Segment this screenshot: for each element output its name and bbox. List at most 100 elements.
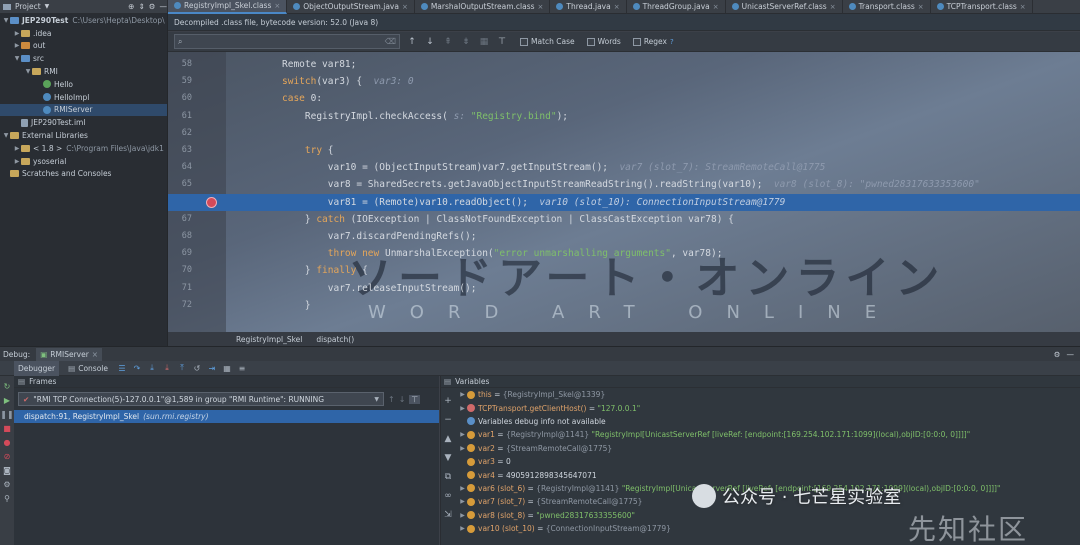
collapsed-arrow-icon[interactable]: ▶ [458, 431, 467, 438]
close-icon[interactable]: × [918, 3, 924, 11]
trace-icon[interactable]: ≡ [237, 364, 247, 373]
close-icon[interactable]: × [92, 350, 98, 359]
editor-tab[interactable]: ObjectOutputStream.java × [287, 0, 415, 14]
previous-frame-icon[interactable]: ↑ [388, 395, 395, 404]
editor-tab[interactable]: TCPTransport.class × [931, 0, 1033, 14]
add-occurrence-icon[interactable]: ⇞ [442, 37, 454, 47]
editor-tab[interactable]: UnicastServerRef.class × [726, 0, 843, 14]
project-tree-item[interactable]: RMIServer [0, 103, 167, 117]
editor-tab[interactable]: Thread.java × [550, 0, 627, 14]
project-tree-item[interactable]: HelloImpl [0, 91, 167, 104]
code-line[interactable]: } catch (IOException | ClassNotFoundExce… [168, 211, 1080, 228]
close-icon[interactable]: × [830, 3, 836, 11]
editor-tab[interactable]: MarshalOutputStream.class × [415, 0, 551, 14]
drop-frame-icon[interactable]: ↺ [192, 364, 202, 373]
new-watch-icon[interactable]: + [444, 396, 452, 406]
collapsed-arrow-icon[interactable]: ▶ [13, 158, 21, 165]
collapsed-arrow-icon[interactable]: ▶ [458, 405, 467, 412]
close-icon[interactable]: × [274, 2, 280, 10]
code-line[interactable]: var7.releaseInputStream(); [168, 280, 1080, 297]
project-title[interactable]: Project [15, 2, 41, 11]
pause-icon[interactable]: ❚❚ [0, 410, 13, 419]
chevron-down-icon[interactable]: ▼ [374, 396, 379, 403]
collapsed-arrow-icon[interactable]: ▶ [13, 30, 21, 37]
step-into-icon[interactable]: ⤓ [147, 363, 157, 373]
project-tree-item[interactable]: Scratches and Consoles [0, 168, 167, 181]
checkbox-box[interactable] [520, 37, 528, 46]
move-down-icon[interactable]: ▼ [445, 453, 452, 463]
search-input[interactable]: ⌕ ⌫ [174, 34, 400, 49]
move-up-icon[interactable]: ▲ [445, 434, 452, 444]
thread-select[interactable]: ✔ "RMI TCP Connection(5)-127.0.0.1"@1,58… [18, 392, 384, 406]
tab-console[interactable]: ▤ Console [64, 361, 112, 376]
editor-tab[interactable]: ThreadGroup.java × [627, 0, 726, 14]
words-checkbox[interactable]: Words [586, 37, 621, 46]
remove-occurrence-icon[interactable]: ⇟ [460, 37, 472, 47]
code-line[interactable]: var8 = SharedSecrets.getJavaObjectInputS… [168, 176, 1080, 193]
debug-config-tab[interactable]: ▣ RMIServer × [36, 347, 103, 361]
frame-list-item[interactable]: dispatch:91, RegistryImpl_Skel (sun.rmi.… [14, 410, 439, 423]
code-line[interactable] [168, 125, 1080, 142]
run-to-cursor-icon[interactable]: ⇥ [207, 364, 217, 373]
code-line[interactable]: Remote var81; [168, 56, 1080, 73]
expanded-arrow-icon[interactable]: ▼ [24, 68, 32, 75]
breakpoint-icon[interactable] [206, 196, 217, 208]
code-line[interactable]: var7.discardPendingRefs(); [168, 228, 1080, 245]
expanded-arrow-icon[interactable]: ▼ [13, 55, 21, 62]
tab-debugger[interactable]: Debugger [14, 360, 60, 376]
collapsed-arrow-icon[interactable]: ▶ [458, 485, 467, 492]
regex-checkbox[interactable]: Regex ? [632, 37, 674, 46]
show-execution-point-icon[interactable]: ☰ [117, 364, 127, 373]
code-line[interactable]: case 0: [168, 90, 1080, 107]
variable-row[interactable]: ▶ var2 = {StreamRemoteCall@1775} [441, 442, 1080, 455]
code-line[interactable]: throw new UnmarshalException("error unma… [168, 245, 1080, 262]
evaluate-icon[interactable]: ▦ [222, 364, 232, 373]
previous-occurrence-icon[interactable]: ↑ [406, 37, 418, 47]
collapsed-arrow-icon[interactable]: ▶ [458, 525, 467, 532]
code-line[interactable]: } [168, 297, 1080, 314]
step-over-icon[interactable]: ↷ [132, 364, 142, 373]
step-out-icon[interactable]: ⤒ [177, 363, 187, 373]
remove-watch-icon[interactable]: − [444, 415, 452, 425]
close-icon[interactable]: × [538, 3, 544, 11]
project-tree-item[interactable]: Hello [0, 78, 167, 91]
project-tree-item[interactable]: ▼ JEP290Test C:\Users\Hepta\Desktop\ [0, 14, 167, 27]
rerun-icon[interactable]: ↻ [4, 382, 11, 391]
code-line[interactable]: switch(var3) { var3: 0 [168, 73, 1080, 90]
target-icon[interactable]: ⊕ [128, 2, 134, 11]
breadcrumb-class[interactable]: RegistryImpl_Skel [236, 335, 302, 344]
view-breakpoints-icon[interactable]: ● [4, 438, 11, 447]
collapse-icon[interactable]: ⇕ [138, 2, 144, 11]
project-tree-item[interactable]: ▶ .idea [0, 27, 167, 40]
project-tree-item[interactable]: ▼ External Libraries [0, 129, 167, 142]
expanded-arrow-icon[interactable]: ▼ [2, 132, 10, 139]
project-tree-item[interactable]: ▼ src [0, 52, 167, 65]
hide-icon[interactable]: — [160, 2, 168, 11]
checkbox-box[interactable] [586, 37, 595, 46]
gear-icon[interactable]: ⚙ [149, 2, 156, 11]
editor-tab[interactable]: Transport.class × [843, 0, 931, 14]
code-line[interactable]: } finally { [168, 262, 1080, 279]
close-icon[interactable]: × [1020, 3, 1026, 11]
expand-icon[interactable]: ⇲ [444, 510, 452, 520]
collapsed-arrow-icon[interactable]: ▶ [458, 391, 467, 398]
collapsed-arrow-icon[interactable]: ▶ [458, 498, 467, 505]
next-frame-icon[interactable]: ↓ [399, 395, 406, 404]
close-icon[interactable]: × [713, 3, 719, 11]
project-tree-item[interactable]: JEP290Test.iml [0, 116, 167, 129]
code-line[interactable]: try { [168, 142, 1080, 159]
settings-icon[interactable]: ⚙ [1054, 350, 1061, 359]
chevron-down-icon[interactable]: ▼ [45, 3, 50, 10]
next-occurrence-icon[interactable]: ↓ [424, 37, 436, 47]
pin-icon[interactable]: ⚲ [4, 494, 10, 503]
copy-icon[interactable]: ⧉ [445, 472, 451, 482]
close-icon[interactable]: × [402, 3, 408, 11]
project-tree-item[interactable]: ▶ out [0, 40, 167, 53]
code-editor[interactable]: ソードアート・オンライン WORD ART ONLINE 58 59 60 61 62 6… [168, 52, 1080, 332]
collapsed-arrow-icon[interactable]: ▶ [458, 512, 467, 519]
filter-icon[interactable]: ⊤ [409, 394, 421, 404]
code-line[interactable]: var81 = (Remote)var10.readObject(); var1… [168, 193, 1080, 211]
code-line[interactable]: RegistryImpl.checkAccess( s: "Registry.b… [168, 108, 1080, 125]
select-all-icon[interactable]: ▦ [478, 37, 490, 47]
variable-row[interactable]: Variables debug info not available [441, 415, 1080, 428]
